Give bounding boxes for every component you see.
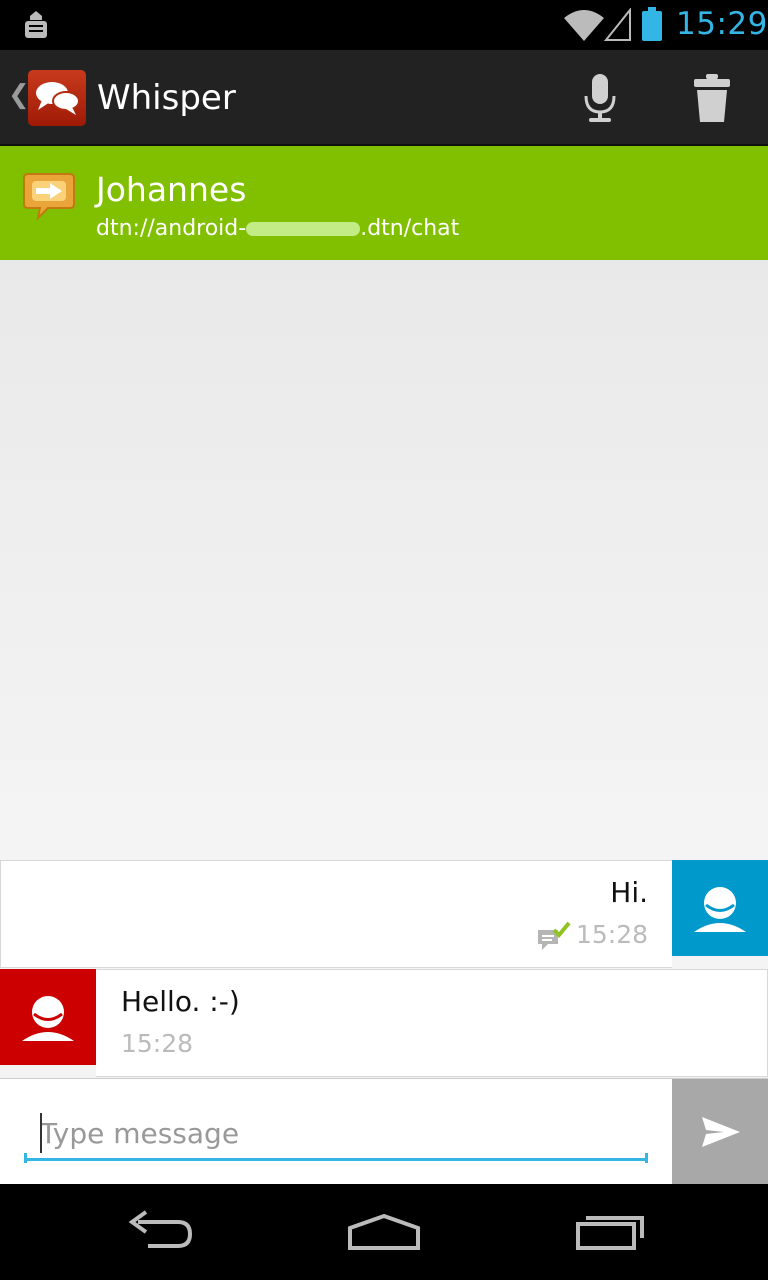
status-bar: 15:29 xyxy=(0,0,768,50)
battery-icon xyxy=(642,7,662,41)
contact-address-prefix: dtn://android- xyxy=(96,216,247,241)
contact-header[interactable]: Johannes dtn://android- .dtn/chat xyxy=(0,146,768,260)
status-clock: 15:29 xyxy=(676,6,768,42)
action-bar: ❮ Whisper xyxy=(0,50,768,146)
redacted-blur xyxy=(246,222,361,236)
cell-signal-icon xyxy=(604,8,631,41)
app-logo-icon[interactable] xyxy=(28,70,86,126)
send-icon xyxy=(702,1117,740,1147)
outgoing-chat-icon xyxy=(23,173,75,222)
system-nav-bar xyxy=(0,1184,768,1280)
input-underline-edge xyxy=(24,1153,27,1163)
contact-address: dtn://android- .dtn/chat xyxy=(96,216,459,241)
home-icon[interactable] xyxy=(344,1206,424,1258)
contact-address-suffix: .dtn/chat xyxy=(360,216,460,241)
message-outgoing[interactable]: Hi. 15:28 xyxy=(0,860,768,968)
avatar-self xyxy=(672,860,768,956)
text-cursor xyxy=(40,1113,42,1153)
input-underline-edge xyxy=(645,1153,648,1163)
recents-icon[interactable] xyxy=(570,1206,650,1258)
send-button[interactable] xyxy=(672,1079,768,1185)
message-input[interactable] xyxy=(24,1109,648,1161)
wifi-icon xyxy=(564,10,604,41)
message-composer xyxy=(0,1078,768,1185)
up-icon[interactable]: ❮ xyxy=(8,80,30,110)
message-text: Hi. xyxy=(610,876,648,909)
message-time: 15:28 xyxy=(121,1029,194,1058)
message-text: Hello. :-) xyxy=(121,985,240,1018)
avatar-contact xyxy=(0,969,96,1065)
notification-icon xyxy=(25,11,47,38)
microphone-icon[interactable] xyxy=(574,70,626,126)
delivered-check-icon xyxy=(538,922,571,950)
conversation-list[interactable]: Hi. 15:28 Hello. :-) 15:28 xyxy=(0,260,768,1078)
message-time: 15:28 xyxy=(575,920,648,949)
message-incoming[interactable]: Hello. :-) 15:28 xyxy=(0,969,768,1077)
back-icon[interactable] xyxy=(120,1206,200,1258)
app-title: Whisper xyxy=(97,78,236,118)
trash-icon[interactable] xyxy=(686,70,738,126)
contact-name: Johannes xyxy=(96,170,247,209)
